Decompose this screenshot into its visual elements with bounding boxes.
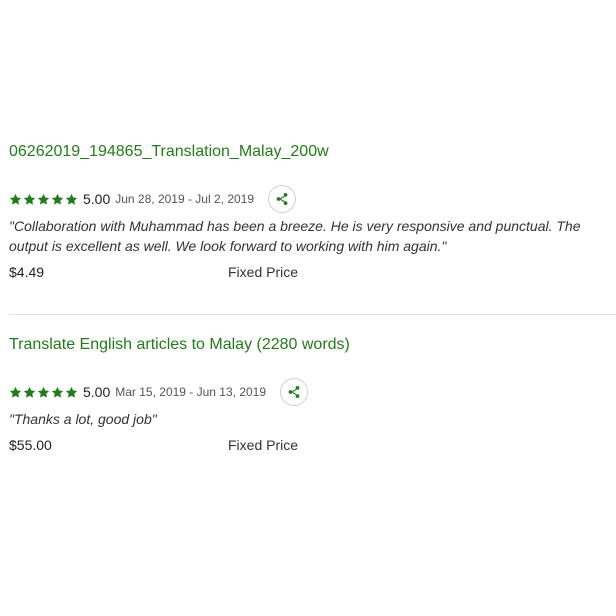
star-icon [23,386,36,398]
price-type: Fixed Price [228,437,299,453]
client-feedback: "Thanks a lot, good job" [9,411,157,427]
share-button[interactable] [280,378,309,406]
share-icon [276,193,288,205]
rating-row: 5.00 Jun 28, 2019 - Jul 2, 2019 [9,184,616,214]
job-title-link[interactable]: Translate English articles to Malay (228… [9,334,616,356]
job-price: $4.49 [9,264,45,280]
rating-row: 5.00 Mar 15, 2019 - Jun 13, 2019 [9,377,616,407]
divider [9,314,616,315]
star-icon [37,193,50,205]
price-row: $4.49 Fixed Price [9,264,616,284]
job-dates: Mar 15, 2019 - Jun 13, 2019 [115,385,267,399]
star-icon [37,386,50,398]
star-icon [65,386,78,398]
star-icon [9,193,22,205]
client-feedback: "Collaboration with Muhammad has been a … [9,218,581,254]
rating-score: 5.00 [83,191,111,207]
work-history-item: Translate English articles to Malay (228… [9,334,616,457]
share-icon [288,386,300,398]
star-rating [9,193,79,206]
share-button[interactable] [268,185,297,213]
price-type: Fixed Price [228,264,299,280]
star-rating [9,386,79,399]
work-history-item: 06262019_194865_Translation_Malay_200w 5… [9,141,616,284]
star-icon [9,386,22,398]
price-row: $55.00 Fixed Price [9,437,616,457]
job-price: $55.00 [9,437,52,453]
rating-score: 5.00 [83,384,111,400]
star-icon [51,386,64,398]
star-icon [23,193,36,205]
job-title-link[interactable]: 06262019_194865_Translation_Malay_200w [9,141,616,163]
job-dates: Jun 28, 2019 - Jul 2, 2019 [115,192,255,206]
star-icon [65,193,78,205]
star-icon [51,193,64,205]
